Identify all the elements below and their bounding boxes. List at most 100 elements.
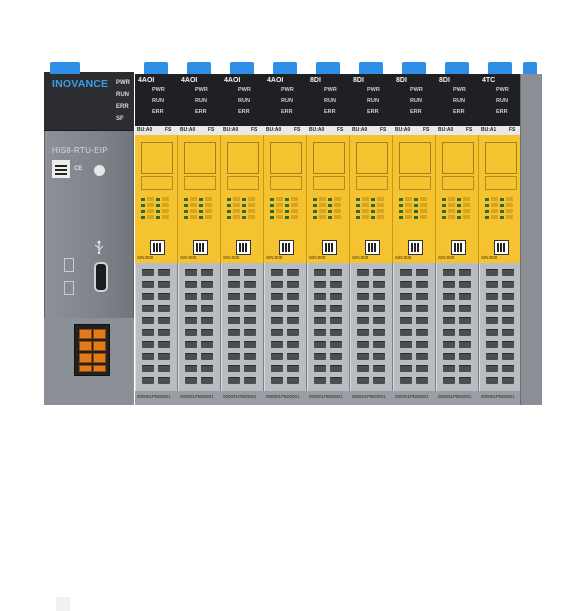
terminal-hole[interactable] [287,365,299,372]
push-in-terminal-block[interactable] [479,263,522,391]
terminal-hole[interactable] [400,269,412,276]
terminal-clip[interactable] [79,365,92,372]
terminal-hole[interactable] [373,341,385,348]
terminal-hole[interactable] [459,305,471,312]
terminal-hole[interactable] [228,377,240,384]
terminal-hole[interactable] [271,269,283,276]
endcap-release-tab[interactable] [523,62,537,74]
terminal-hole[interactable] [271,365,283,372]
terminal-hole[interactable] [486,281,498,288]
module-release-tab[interactable] [316,62,340,74]
terminal-hole[interactable] [443,293,455,300]
terminal-hole[interactable] [400,329,412,336]
terminal-hole[interactable] [314,269,326,276]
module-release-tab[interactable] [359,62,383,74]
terminal-hole[interactable] [416,281,428,288]
terminal-hole[interactable] [357,305,369,312]
terminal-hole[interactable] [287,293,299,300]
terminal-hole[interactable] [373,281,385,288]
terminal-hole[interactable] [416,329,428,336]
terminal-hole[interactable] [330,317,342,324]
terminal-clip[interactable] [79,353,92,363]
terminal-hole[interactable] [185,377,197,384]
terminal-hole[interactable] [158,317,170,324]
terminal-hole[interactable] [228,293,240,300]
terminal-hole[interactable] [228,329,240,336]
terminal-hole[interactable] [228,341,240,348]
terminal-hole[interactable] [486,341,498,348]
push-in-terminal-block[interactable] [393,263,436,391]
terminal-hole[interactable] [185,317,197,324]
push-in-terminal-block[interactable] [264,263,307,391]
terminal-hole[interactable] [416,377,428,384]
terminal-hole[interactable] [142,329,154,336]
terminal-hole[interactable] [271,305,283,312]
terminal-hole[interactable] [287,317,299,324]
terminal-hole[interactable] [373,305,385,312]
terminal-hole[interactable] [502,353,514,360]
terminal-hole[interactable] [459,353,471,360]
terminal-hole[interactable] [271,293,283,300]
terminal-hole[interactable] [357,281,369,288]
terminal-hole[interactable] [244,329,256,336]
terminal-hole[interactable] [287,269,299,276]
terminal-hole[interactable] [330,341,342,348]
terminal-hole[interactable] [443,377,455,384]
terminal-hole[interactable] [142,365,154,372]
module-release-tab[interactable] [445,62,469,74]
terminal-hole[interactable] [185,293,197,300]
module-release-tab[interactable] [488,62,512,74]
terminal-hole[interactable] [228,353,240,360]
terminal-hole[interactable] [443,281,455,288]
terminal-hole[interactable] [400,317,412,324]
terminal-hole[interactable] [271,341,283,348]
terminal-hole[interactable] [373,377,385,384]
terminal-hole[interactable] [400,365,412,372]
push-in-terminal-block[interactable] [436,263,479,391]
terminal-hole[interactable] [158,281,170,288]
terminal-hole[interactable] [330,377,342,384]
terminal-hole[interactable] [314,281,326,288]
push-in-terminal-block[interactable] [135,263,178,391]
terminal-hole[interactable] [287,329,299,336]
coupler-release-tab[interactable] [50,62,80,74]
terminal-hole[interactable] [244,365,256,372]
terminal-hole[interactable] [486,305,498,312]
push-in-terminal-block[interactable] [178,263,221,391]
terminal-hole[interactable] [459,293,471,300]
terminal-hole[interactable] [330,365,342,372]
terminal-hole[interactable] [330,293,342,300]
terminal-hole[interactable] [373,317,385,324]
power-connector[interactable] [74,324,110,376]
terminal-hole[interactable] [314,353,326,360]
terminal-hole[interactable] [228,281,240,288]
push-in-terminal-block[interactable] [221,263,264,391]
terminal-hole[interactable] [201,353,213,360]
terminal-hole[interactable] [416,317,428,324]
terminal-hole[interactable] [314,317,326,324]
terminal-hole[interactable] [201,293,213,300]
terminal-hole[interactable] [201,365,213,372]
terminal-hole[interactable] [142,341,154,348]
terminal-hole[interactable] [373,269,385,276]
terminal-hole[interactable] [228,269,240,276]
terminal-hole[interactable] [201,281,213,288]
terminal-hole[interactable] [357,317,369,324]
terminal-hole[interactable] [502,293,514,300]
terminal-hole[interactable] [330,281,342,288]
terminal-hole[interactable] [271,317,283,324]
terminal-hole[interactable] [314,305,326,312]
terminal-hole[interactable] [443,353,455,360]
terminal-hole[interactable] [400,281,412,288]
terminal-hole[interactable] [502,341,514,348]
terminal-hole[interactable] [373,365,385,372]
terminal-hole[interactable] [357,269,369,276]
terminal-hole[interactable] [502,377,514,384]
terminal-hole[interactable] [330,353,342,360]
terminal-hole[interactable] [158,341,170,348]
terminal-hole[interactable] [158,329,170,336]
terminal-hole[interactable] [416,365,428,372]
terminal-hole[interactable] [142,281,154,288]
terminal-hole[interactable] [330,269,342,276]
module-release-tab[interactable] [273,62,297,74]
